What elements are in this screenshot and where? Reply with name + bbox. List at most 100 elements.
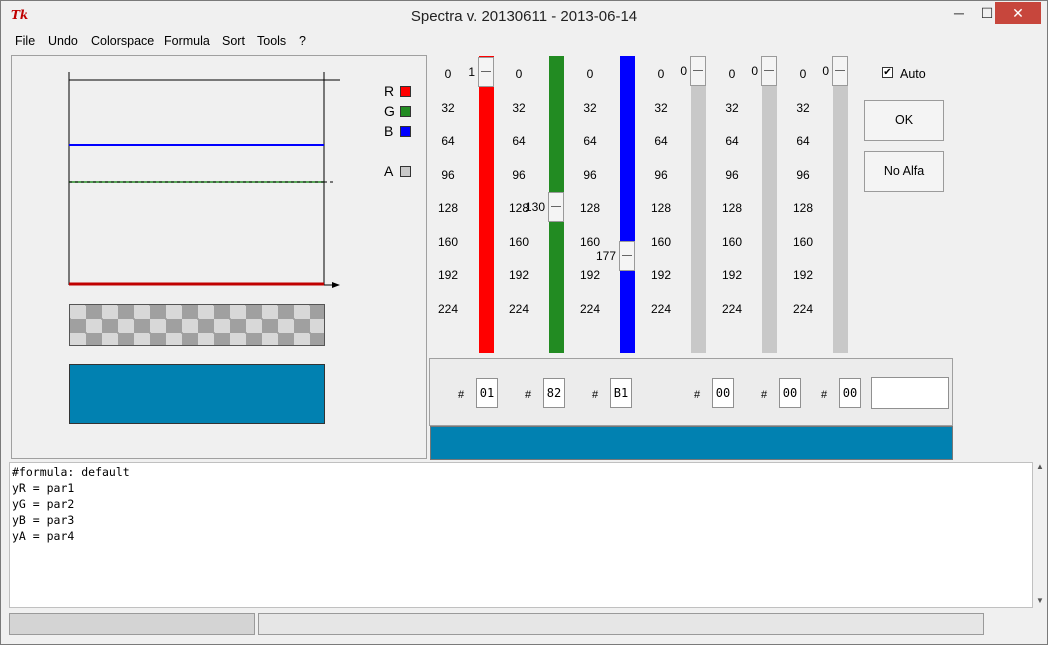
slider-thumb-blue[interactable]	[619, 241, 635, 272]
scale-tick-label: 96	[441, 167, 455, 182]
formula-editor[interactable]: #formula: default yR = par1 yG = par2 yB…	[9, 462, 1033, 608]
auto-label: Auto	[900, 67, 926, 81]
scale-tick-label: 160	[579, 234, 601, 249]
scale-tick-label: 192	[579, 268, 601, 282]
hash-label: #	[761, 389, 768, 401]
editor-scrollbar[interactable]: ▲ ▼	[1033, 462, 1047, 608]
close-button[interactable]: ✕	[995, 2, 1041, 24]
no-alfa-button[interactable]: No Alfa	[864, 151, 944, 192]
scale-tick-label: 160	[792, 234, 814, 249]
slider-track-par6[interactable]	[833, 56, 848, 353]
scale-tick-label: 192	[437, 268, 459, 282]
formula-line: yB = par3	[12, 513, 75, 527]
scale-tick-label: 32	[654, 100, 668, 115]
color-preview-swatch	[69, 364, 325, 424]
scale-tick-label: 160	[508, 234, 530, 249]
scale-tick-label: 0	[586, 67, 594, 81]
menu-help[interactable]: ?	[299, 34, 306, 48]
hex-par6-field[interactable]: 00	[839, 378, 861, 408]
slider-thumb-par4[interactable]	[690, 56, 706, 86]
slider-track-blue[interactable]	[620, 56, 635, 353]
scale-tick-label: 224	[579, 301, 601, 316]
legend-b-label: B	[384, 123, 394, 139]
formula-line: #formula: default	[12, 465, 130, 479]
scale-tick-label: 160	[650, 234, 672, 249]
slider-track-red[interactable]	[479, 56, 494, 353]
scale-tick-label: 224	[721, 301, 743, 316]
menu-bar: File Undo Colorspace Formula Sort Tools …	[1, 32, 1047, 52]
slider-thumb-par5[interactable]	[761, 56, 777, 86]
scale-tick-label: 96	[725, 167, 739, 182]
slider-value-blue: 177	[595, 249, 616, 264]
slider-track-par4[interactable]	[691, 56, 706, 353]
menu-formula[interactable]: Formula	[164, 34, 210, 48]
slider-value-par5: 0	[751, 64, 758, 78]
x-axis-arrow	[332, 282, 340, 288]
scale-tick-label: 32	[512, 100, 526, 115]
slider-thumb-green[interactable]	[548, 192, 564, 223]
legend-g-label: G	[384, 103, 395, 119]
hash-label: #	[458, 389, 465, 401]
menu-file[interactable]: File	[15, 34, 35, 48]
hex-green-field[interactable]: 82	[543, 378, 565, 408]
hash-label: #	[694, 389, 701, 401]
slider-value-green: 130	[524, 200, 545, 215]
scale-tick-label: 224	[508, 301, 530, 316]
hex-combined-field[interactable]	[871, 377, 949, 409]
hex-blue-field[interactable]: B1	[610, 378, 632, 408]
menu-undo[interactable]: Undo	[48, 34, 78, 48]
menu-colorspace[interactable]: Colorspace	[91, 34, 154, 48]
app-window: Tk Spectra v. 20130611 - 2013-06-14 ─ ☐ …	[0, 0, 1048, 645]
spectrum-plot-panel: R G B A	[11, 55, 427, 459]
hex-par5-field[interactable]: 00	[779, 378, 801, 408]
scale-tick-label: 64	[583, 134, 597, 148]
legend-g-swatch	[400, 106, 411, 117]
slider-thumb-par6[interactable]	[832, 56, 848, 86]
scale-tick-label: 96	[796, 167, 810, 182]
scale-tick-label: 64	[654, 134, 668, 148]
scale-tick-label: 224	[650, 301, 672, 316]
scale-tick-label: 224	[437, 301, 459, 316]
ok-button[interactable]: OK	[864, 100, 944, 141]
scale-tick-label: 32	[725, 100, 739, 115]
formula-line: yA = par4	[12, 529, 75, 543]
status-right	[258, 613, 984, 635]
formula-line: yR = par1	[12, 481, 75, 495]
scale-tick-label: 160	[721, 234, 743, 249]
auto-checkbox[interactable]: ✔	[882, 67, 893, 78]
hex-par4-field[interactable]: 00	[712, 378, 734, 408]
menu-tools[interactable]: Tools	[257, 34, 286, 48]
scale-tick-label: 96	[583, 167, 597, 182]
scale-tick-label: 64	[441, 134, 455, 148]
legend-r-label: R	[384, 83, 395, 99]
menu-sort[interactable]: Sort	[222, 34, 245, 48]
scale-tick-label: 128	[792, 201, 814, 215]
formula-line: yG = par2	[12, 497, 75, 511]
hex-red-field[interactable]: 01	[476, 378, 498, 408]
scale-tick-label: 64	[725, 134, 739, 148]
title-bar: Tk Spectra v. 20130611 - 2013-06-14 ─ ☐ …	[1, 1, 1047, 31]
slider-value-par6: 0	[822, 64, 829, 78]
window-title: Spectra v. 20130611 - 2013-06-14	[410, 8, 638, 25]
scale-tick-label: 96	[654, 167, 668, 182]
scale-tick-label: 192	[792, 268, 814, 282]
legend-r-swatch	[400, 86, 411, 97]
slider-track-par5[interactable]	[762, 56, 777, 353]
scale-tick-label: 128	[650, 201, 672, 215]
slider-value-par4: 0	[680, 64, 687, 78]
scale-tick-label: 224	[792, 301, 814, 316]
hash-label: #	[525, 389, 532, 401]
scale-tick-label: 32	[441, 100, 455, 115]
scale-tick-label: 64	[796, 134, 810, 148]
legend-a-label: A	[384, 163, 394, 179]
minimize-button[interactable]: ─	[945, 2, 973, 24]
result-color-bar	[430, 426, 953, 460]
scroll-down-icon[interactable]: ▼	[1035, 596, 1045, 605]
scale-tick-label: 32	[796, 100, 810, 115]
scale-tick-label: 192	[721, 268, 743, 282]
slider-thumb-red[interactable]	[478, 57, 494, 88]
scale-tick-label: 128	[437, 201, 459, 215]
hash-label: #	[821, 389, 828, 401]
scale-tick-label: 192	[508, 268, 530, 282]
scroll-up-icon[interactable]: ▲	[1035, 462, 1045, 471]
